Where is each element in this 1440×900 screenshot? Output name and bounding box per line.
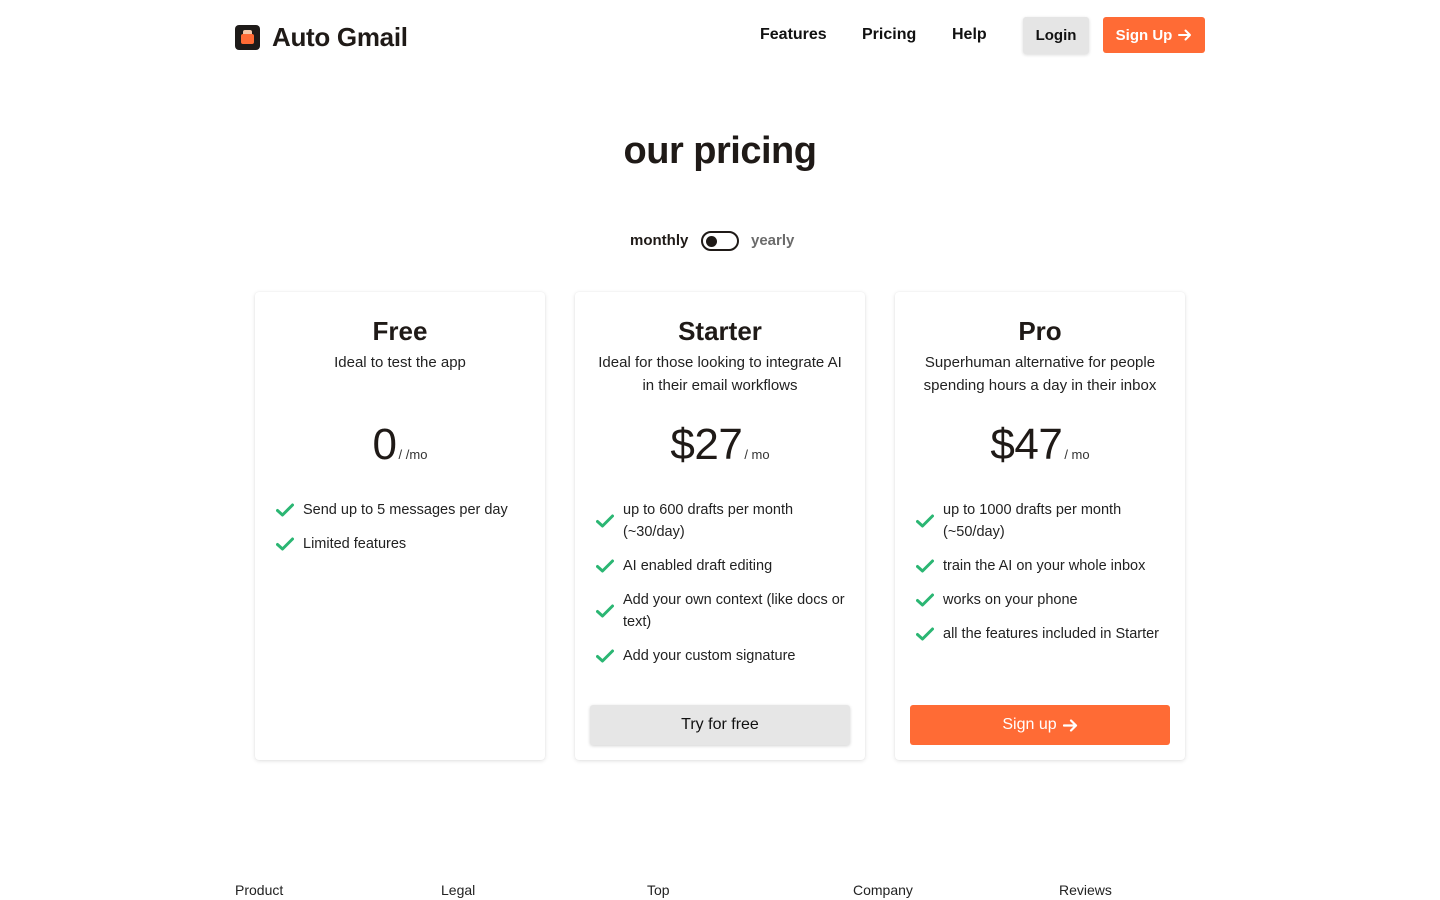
plan-card-pro: Pro Superhuman alternative for people sp… [895,292,1185,760]
toggle-knob [706,236,717,247]
feature-text: AI enabled draft editing [623,558,773,574]
plan-name: Starter [678,316,762,346]
check-icon [916,514,934,528]
check-icon [916,559,934,573]
plan-price: $47/ mo [895,420,1185,470]
feature-item: up to 1000 drafts per month (~50/day) [915,499,1170,543]
price-period: / mo [1064,447,1090,462]
nav-pricing-link[interactable]: Pricing [862,26,916,44]
page-title: our pricing [623,130,817,172]
plan-card-free: Free Ideal to test the app 0/ /mo Send u… [255,292,545,760]
check-icon [916,593,934,607]
brand-name: Auto Gmail [272,22,408,52]
feature-text: Send up to 5 messages per day [303,502,508,518]
plan-price: $27/ mo [575,420,865,470]
try-for-free-button[interactable]: Try for free [590,705,850,745]
price-amount: $47 [990,420,1063,469]
feature-text: up to 600 drafts per month (~30/day) [623,502,794,540]
check-icon [596,604,614,618]
top-navbar: Auto Gmail Features Pricing Help Login S… [0,0,1440,70]
brand-logo[interactable]: Auto Gmail [235,22,408,53]
plan-name: Pro [1018,316,1062,346]
price-amount: $27 [670,420,743,469]
signup-button[interactable]: Sign Up [1103,17,1205,53]
feature-text: works on your phone [943,592,1078,608]
plan-price: 0/ /mo [255,420,545,470]
login-button-label: Login [1035,27,1077,44]
feature-list: Send up to 5 messages per day Limited fe… [275,499,530,567]
footer-column-reviews[interactable]: Reviews [1059,882,1112,898]
plan-card-starter: Starter Ideal for those looking to integ… [575,292,865,760]
check-icon [596,559,614,573]
feature-item: AI enabled draft editing [595,555,850,577]
feature-list: up to 1000 drafts per month (~50/day) tr… [915,499,1170,657]
feature-text: Add your own context (like docs or text) [623,592,845,630]
check-icon [596,514,614,528]
try-for-free-label: Try for free [681,716,759,733]
feature-text: all the features included in Starter [943,626,1160,642]
feature-text: Limited features [303,536,407,552]
footer-column-product[interactable]: Product [235,882,283,898]
plan-description: Superhuman alternative for people spendi… [923,354,1157,394]
feature-item: Limited features [275,533,530,555]
billing-yearly-label[interactable]: yearly [751,232,794,249]
feature-item: Send up to 5 messages per day [275,499,530,521]
footer: Product Legal Top Company Reviews [0,880,1440,900]
billing-monthly-label[interactable]: monthly [630,232,688,249]
arrow-right-icon [1062,718,1078,732]
price-period: / mo [744,447,770,462]
price-amount: 0 [372,420,397,469]
nav-help-link[interactable]: Help [952,26,987,44]
feature-text: train the AI on your whole inbox [943,558,1146,574]
pro-signup-button[interactable]: Sign up [910,705,1170,745]
price-period: / /mo [398,447,428,462]
nav-features-link[interactable]: Features [760,26,827,44]
signup-button-label: Sign Up [1115,26,1173,44]
mailbox-logo-icon [235,25,260,50]
check-icon [276,503,294,517]
arrow-right-icon [1178,29,1192,41]
feature-item: up to 600 drafts per month (~30/day) [595,499,850,543]
check-icon [596,649,614,663]
check-icon [916,627,934,641]
billing-period-toggle[interactable] [701,231,739,251]
plan-description: Ideal for those looking to integrate AI … [598,354,842,394]
footer-column-top[interactable]: Top [647,882,670,898]
pro-signup-label: Sign up [1002,716,1057,733]
feature-list: up to 600 drafts per month (~30/day) AI … [595,499,850,679]
feature-text: Add your custom signature [623,648,796,664]
login-button[interactable]: Login [1023,17,1089,54]
feature-item: works on your phone [915,589,1170,611]
footer-column-legal[interactable]: Legal [441,882,475,898]
feature-item: train the AI on your whole inbox [915,555,1170,577]
check-icon [276,537,294,551]
feature-item: Add your custom signature [595,645,850,667]
feature-item: all the features included in Starter [915,623,1170,645]
feature-item: Add your own context (like docs or text) [595,589,850,633]
plan-description: Ideal to test the app [334,354,466,371]
billing-period-toggle-group: monthly yearly [0,228,1440,254]
footer-column-company[interactable]: Company [853,882,913,898]
plan-name: Free [372,316,428,346]
feature-text: up to 1000 drafts per month (~50/day) [943,502,1122,540]
